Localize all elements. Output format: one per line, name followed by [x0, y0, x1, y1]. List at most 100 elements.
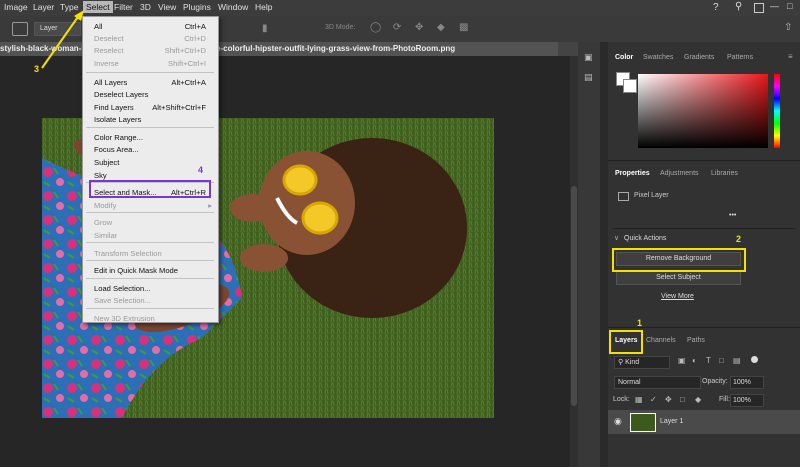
menu-item-reselect[interactable]: Reselect Shift+Ctrl+D — [94, 46, 216, 55]
color-field[interactable] — [638, 74, 768, 148]
filter-toggle-icon[interactable] — [751, 356, 758, 363]
hue-slider[interactable] — [774, 74, 780, 148]
lock-transparent-icon[interactable]: ▦ — [635, 395, 643, 404]
tab-channels[interactable]: Channels — [646, 337, 676, 344]
more-options-icon[interactable]: ••• — [729, 212, 736, 219]
fill-label: Fill: — [719, 396, 730, 403]
tab-gradients[interactable]: Gradients — [684, 54, 714, 61]
menu-3d[interactable]: 3D — [140, 2, 151, 12]
menu-item-transform-selection[interactable]: Transform Selection — [94, 249, 216, 258]
menu-item-all[interactable]: All Ctrl+A — [94, 22, 216, 31]
menu-item-save-selection[interactable]: Save Selection... — [94, 296, 216, 305]
canvas-scrollbar[interactable] — [570, 56, 578, 467]
select-subject-button[interactable]: Select Subject — [616, 271, 741, 285]
menu-plugins[interactable]: Plugins — [183, 2, 211, 12]
tab-properties[interactable]: Properties — [615, 170, 650, 177]
maximize-icon[interactable]: □ — [787, 1, 792, 11]
menu-item-label: Edit in Quick Mask Mode — [94, 266, 178, 275]
menu-image[interactable]: Image — [4, 2, 28, 12]
menu-item-label: Reselect — [94, 46, 124, 55]
menu-item-edit-in-quick-mask-mode[interactable]: Edit in Quick Mask Mode — [94, 266, 216, 275]
menu-filter[interactable]: Filter — [114, 2, 133, 12]
filter-kind-label: Kind — [625, 359, 640, 366]
menu-item-shortcut: Alt+Shift+Ctrl+F — [152, 103, 206, 112]
collapse-chevron-icon[interactable]: ∨ — [614, 234, 619, 242]
view-more-link[interactable]: View More — [661, 293, 694, 300]
background-color-swatch[interactable] — [623, 79, 637, 93]
menu-window[interactable]: Window — [218, 2, 248, 12]
menu-item-find-layers[interactable]: Find Layers Alt+Shift+Ctrl+F — [94, 103, 216, 112]
menu-item-deselect-layers[interactable]: Deselect Layers — [94, 90, 216, 99]
menu-item-modify[interactable]: Modify ▸ — [94, 201, 216, 210]
highlight-select-and-mask — [89, 180, 211, 198]
lock-position-icon[interactable]: ✥ — [665, 395, 672, 404]
layer-thumbnail — [630, 413, 656, 432]
step-1-label: 1 — [637, 318, 643, 328]
fill-field[interactable]: 100% — [730, 394, 764, 407]
menu-item-isolate-layers[interactable]: Isolate Layers — [94, 115, 216, 124]
menu-view[interactable]: View — [158, 2, 176, 12]
history-icon[interactable]: ▣ — [584, 52, 593, 63]
filter-smart-object-icon[interactable]: ▤ — [733, 356, 741, 365]
menu-item-label: Transform Selection — [94, 249, 162, 258]
divider — [612, 228, 796, 229]
menu-item-label: Color Range... — [94, 133, 143, 142]
menu-item-load-selection[interactable]: Load Selection... — [94, 284, 216, 293]
lock-all-icon[interactable]: ◆ — [695, 395, 701, 404]
move-tool-icon[interactable] — [12, 22, 28, 36]
tab-adjustments[interactable]: Adjustments — [660, 170, 699, 177]
menu-item-label: Similar — [94, 231, 118, 240]
menu-item-new-3d-extrusion[interactable]: New 3D Extrusion — [94, 314, 216, 323]
tab-patterns[interactable]: Patterns — [727, 54, 753, 61]
menu-item-label: New 3D Extrusion — [94, 314, 155, 323]
help-icon[interactable]: ? — [713, 2, 719, 13]
menu-item-similar[interactable]: Similar — [94, 231, 216, 240]
menu-help[interactable]: Help — [255, 2, 272, 12]
workspace-icon[interactable] — [754, 3, 764, 13]
quick-actions-heading: Quick Actions — [624, 235, 667, 242]
menu-separator — [86, 260, 214, 261]
lock-paint-icon[interactable]: ✓ — [650, 395, 657, 404]
menu-item-grow[interactable]: Grow — [94, 218, 216, 227]
filter-adjustment-icon[interactable]: ◐ — [692, 356, 697, 365]
blend-mode-dropdown[interactable]: Normal — [614, 376, 701, 389]
tab-color[interactable]: Color — [615, 54, 633, 61]
search-icon[interactable]: ⚲ — [735, 1, 742, 12]
tab-swatches[interactable]: Swatches — [643, 54, 673, 61]
panel-menu-icon[interactable]: ≡ — [788, 52, 793, 61]
menu-item-deselect[interactable]: Deselect Ctrl+D — [94, 34, 216, 43]
3d-scale-icon[interactable]: ▩ — [459, 22, 468, 33]
visibility-eye-icon[interactable]: ◉ — [614, 416, 622, 427]
filter-pixel-icon[interactable]: ▣ — [678, 356, 686, 365]
tab-libraries[interactable]: Libraries — [711, 170, 738, 177]
opacity-field[interactable]: 100% — [730, 376, 764, 389]
comments-icon[interactable]: ▤ — [584, 72, 593, 83]
menu-item-label: All Layers — [94, 78, 128, 87]
menu-item-label: Deselect Layers — [94, 90, 149, 99]
filter-kind-dropdown[interactable]: ⚲ Kind — [614, 356, 670, 369]
share-icon[interactable]: ⇧ — [784, 22, 792, 33]
minimize-icon[interactable]: — — [770, 1, 779, 11]
filter-shape-icon[interactable]: □ — [719, 356, 724, 365]
tab-paths[interactable]: Paths — [687, 337, 705, 344]
menu-item-all-layers[interactable]: All Layers Alt+Ctrl+A — [94, 78, 216, 87]
menu-item-color-range[interactable]: Color Range... — [94, 133, 216, 142]
submenu-arrow-icon: ▸ — [208, 201, 212, 210]
menu-item-inverse[interactable]: Inverse Shift+Ctrl+I — [94, 59, 216, 68]
layer-name[interactable]: Layer 1 — [660, 418, 683, 425]
menu-item-label: Save Selection... — [94, 296, 151, 305]
3d-orbit-icon[interactable]: ◯ — [370, 22, 381, 33]
3d-pan-icon[interactable]: ✥ — [415, 22, 423, 33]
layer-row[interactable]: ◉ Layer 1 — [608, 410, 800, 434]
align-icon[interactable]: ▮ — [262, 23, 268, 34]
highlight-layers-tab — [609, 330, 643, 354]
lock-artboard-icon[interactable]: □ — [680, 395, 685, 404]
3d-slide-icon[interactable]: ◆ — [437, 22, 445, 33]
menu-item-focus-area[interactable]: Focus Area... — [94, 145, 216, 154]
opacity-label: Opacity: — [702, 378, 728, 385]
menu-item-label: Sky — [94, 171, 107, 180]
menu-item-label: Modify — [94, 201, 117, 210]
menu-item-shortcut: Ctrl+D — [184, 34, 206, 43]
3d-roll-icon[interactable]: ⟳ — [393, 22, 401, 33]
filter-type-icon[interactable]: T — [706, 356, 711, 365]
